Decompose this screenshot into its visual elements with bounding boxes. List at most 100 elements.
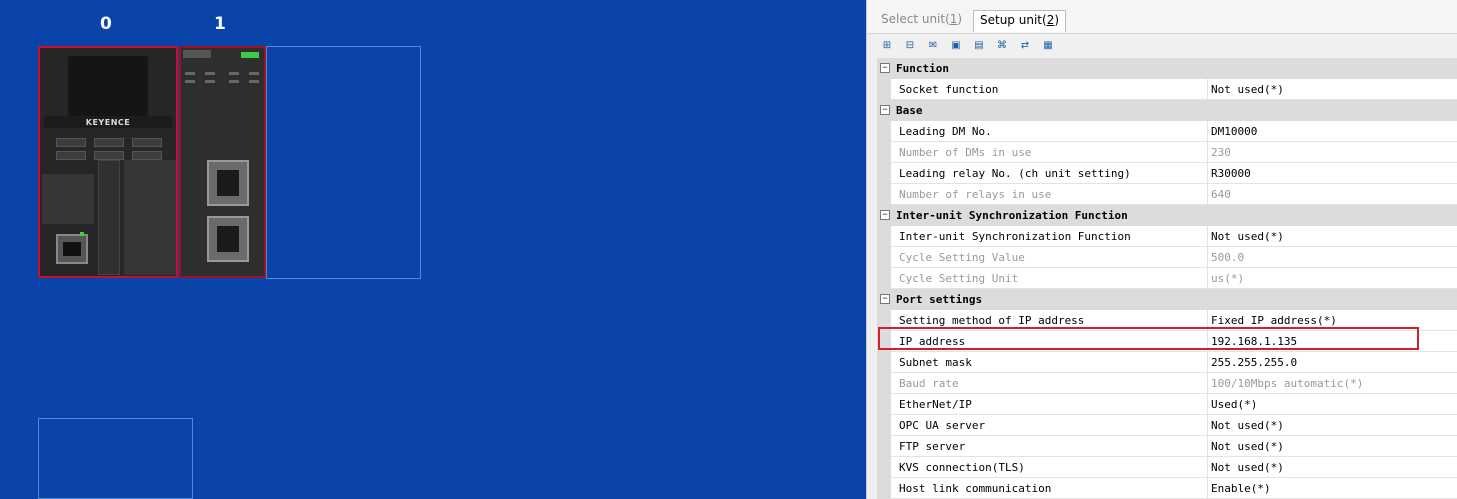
cpu-key: [132, 151, 162, 160]
column-divider: [1207, 310, 1208, 331]
property-name: IP address: [899, 335, 966, 348]
property-row[interactable]: Host link communication Enable(*): [877, 478, 1457, 499]
expand-all-icon[interactable]: ⊞: [879, 38, 895, 53]
property-row[interactable]: FTP server Not used(*): [877, 436, 1457, 457]
memory-icon[interactable]: ▤: [971, 38, 987, 53]
category-function[interactable]: − Function: [877, 58, 1457, 79]
cpu-display: [68, 56, 148, 116]
category-inter-unit-synchronization-function[interactable]: − Inter-unit Synchronization Function: [877, 205, 1457, 226]
property-name: Leading relay No. (ch unit setting): [899, 167, 1131, 180]
property-row[interactable]: Subnet mask 255.255.255.0: [877, 352, 1457, 373]
unit-layout-canvas[interactable]: 0 1 KEYENCE: [0, 0, 866, 499]
property-value[interactable]: Enable(*): [1211, 482, 1271, 495]
tab-label: Setup unit(: [980, 13, 1047, 27]
tab-label-suffix: ): [1054, 13, 1060, 27]
property-name: Baud rate: [899, 377, 959, 390]
property-row[interactable]: OPC UA server Not used(*): [877, 415, 1457, 436]
property-value[interactable]: Not used(*): [1211, 83, 1284, 96]
tab-setup-unit[interactable]: Setup unit(2): [973, 10, 1067, 32]
property-row[interactable]: Leading relay No. (ch unit setting) R3000…: [877, 163, 1457, 184]
network-icon[interactable]: ⌘: [994, 38, 1010, 53]
empty-slot-expansion[interactable]: [38, 418, 193, 499]
opc-ua-icon[interactable]: ▦: [1040, 38, 1056, 53]
cpu-brand-label: KEYENCE: [85, 118, 131, 127]
property-value[interactable]: DM10000: [1211, 125, 1257, 138]
column-divider: [1207, 142, 1208, 163]
property-row[interactable]: Cycle Setting Value 500.0: [877, 247, 1457, 268]
property-row[interactable]: Socket function Not used(*): [877, 79, 1457, 100]
ethernet-port-1-icon: [207, 160, 249, 206]
property-row[interactable]: KVS connection(TLS) Not used(*): [877, 457, 1457, 478]
category-label: Port settings: [896, 293, 983, 306]
property-name: KVS connection(TLS): [899, 461, 1025, 474]
property-row[interactable]: Leading DM No. DM10000: [877, 121, 1457, 142]
mail-icon[interactable]: ✉: [925, 38, 941, 53]
property-row[interactable]: Inter-unit Synchronization Function Not u…: [877, 226, 1457, 247]
property-row[interactable]: Number of relays in use 640: [877, 184, 1457, 205]
column-divider: [1207, 394, 1208, 415]
property-value[interactable]: Fixed IP address(*): [1211, 314, 1337, 327]
slot-number-1: 1: [214, 14, 226, 34]
column-divider: [1207, 415, 1208, 436]
column-divider: [1207, 436, 1208, 457]
collapse-toggle-icon[interactable]: −: [880, 210, 890, 220]
property-row[interactable]: IP address 192.168.1.135: [877, 331, 1457, 352]
tab-select-unit[interactable]: Select unit(1): [875, 10, 968, 32]
tab-label: Select unit(: [881, 12, 950, 26]
status-led: [80, 232, 84, 236]
property-value[interactable]: 192.168.1.135: [1211, 335, 1297, 348]
property-row[interactable]: Baud rate 100/10Mbps automatic(*): [877, 373, 1457, 394]
column-divider: [1207, 121, 1208, 142]
property-row[interactable]: Number of DMs in use 230: [877, 142, 1457, 163]
collapse-toggle-icon[interactable]: −: [880, 63, 890, 73]
cpu-card-slot: [98, 160, 120, 275]
property-name: Inter-unit Synchronization Function: [899, 230, 1131, 243]
property-grid: − Function Socket function Not used(*) − Base…: [877, 58, 1457, 499]
property-name: Subnet mask: [899, 356, 972, 369]
collapse-toggle-icon[interactable]: −: [880, 294, 890, 304]
category-label: Inter-unit Synchronization Function: [896, 209, 1128, 222]
cpu-key: [56, 151, 86, 160]
property-name: Number of relays in use: [899, 188, 1052, 201]
property-row[interactable]: Setting method of IP address Fixed IP add…: [877, 310, 1457, 331]
property-value[interactable]: Not used(*): [1211, 230, 1284, 243]
cpu-side-panel: [124, 160, 176, 275]
property-value[interactable]: 255.255.255.0: [1211, 356, 1297, 369]
transfer-icon[interactable]: ⇄: [1017, 38, 1033, 53]
property-value[interactable]: Not used(*): [1211, 440, 1284, 453]
ethernet-port-2-icon: [207, 216, 249, 262]
tab-label-suffix: ): [957, 12, 963, 26]
column-divider: [1207, 373, 1208, 394]
cpu-unit[interactable]: KEYENCE: [38, 46, 178, 278]
cpu-key: [132, 138, 162, 147]
slot-number-0: 0: [100, 14, 112, 34]
property-row[interactable]: Cycle Setting Unit us(*): [877, 268, 1457, 289]
category-label: Function: [896, 62, 949, 75]
collapse-all-icon[interactable]: ⊟: [902, 38, 918, 53]
category-port-settings[interactable]: − Port settings: [877, 289, 1457, 310]
property-name: Host link communication: [899, 482, 1052, 495]
property-value: 500.0: [1211, 251, 1245, 264]
property-value[interactable]: Used(*): [1211, 398, 1257, 411]
column-divider: [1207, 184, 1208, 205]
ethernet-unit[interactable]: [179, 46, 266, 278]
property-value[interactable]: Not used(*): [1211, 461, 1284, 474]
property-name: Cycle Setting Unit: [899, 272, 1019, 285]
column-divider: [1207, 226, 1208, 247]
category-base[interactable]: − Base: [877, 100, 1457, 121]
property-row[interactable]: EtherNet/IP Used(*): [877, 394, 1457, 415]
column-divider: [1207, 247, 1208, 268]
save-icon[interactable]: ▣: [948, 38, 964, 53]
property-value[interactable]: R30000: [1211, 167, 1251, 180]
property-value: 230: [1211, 146, 1231, 159]
column-divider: [1207, 79, 1208, 100]
run-led: [241, 52, 259, 58]
property-name: Setting method of IP address: [899, 314, 1085, 327]
collapse-toggle-icon[interactable]: −: [880, 105, 890, 115]
property-name: FTP server: [899, 440, 966, 453]
column-divider: [1207, 331, 1208, 352]
property-name: OPC UA server: [899, 419, 986, 432]
property-name: Socket function: [899, 83, 999, 96]
property-value[interactable]: Not used(*): [1211, 419, 1284, 432]
empty-slot-2[interactable]: [266, 46, 421, 279]
